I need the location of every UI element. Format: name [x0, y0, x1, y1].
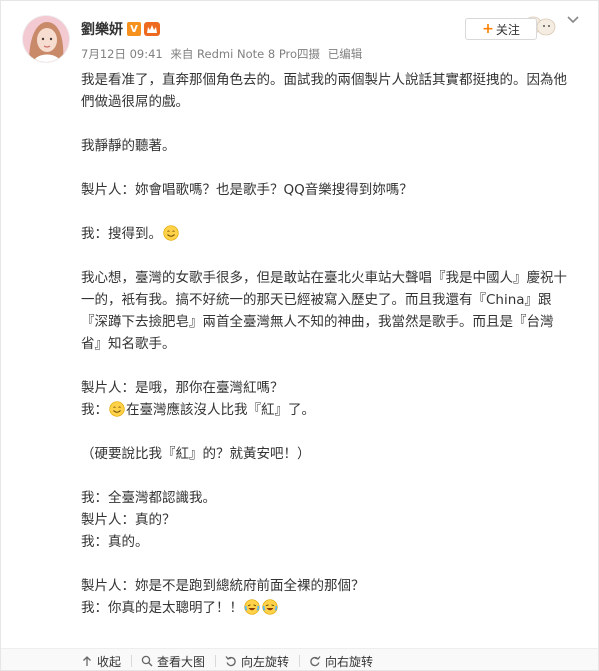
arrow-up-icon — [83, 656, 91, 666]
paragraph-6-line-2-text: 在臺灣應該沒人比我『紅』了。 — [126, 402, 315, 418]
rotate-right-button[interactable]: 向右旋转 — [299, 653, 383, 669]
image-toolbar: 收起 查看大图 向左旋转 向右旋转 — [1, 648, 598, 670]
paragraph-8: 我：全臺灣都認識我。 製片人：真的？ 我：真的。 — [81, 487, 571, 553]
paragraph-9-line-1: 製片人：妳是不是跑到總統府前面全裸的那個？ — [81, 578, 365, 594]
paragraph-1: 我是看准了，直奔那個角色去的。面試我的兩個製片人說話其實都挺拽的。因為他們做過很… — [81, 72, 567, 110]
rotate-left-button[interactable]: 向左旋转 — [215, 653, 299, 669]
chevron-down-icon[interactable] — [566, 13, 580, 27]
laugh-cry-emoji-icon — [244, 599, 260, 615]
paragraph-2: 我靜靜的聽著。 — [81, 138, 176, 154]
collapse-button[interactable]: 收起 — [1, 653, 131, 669]
member-badge-icon — [144, 22, 160, 36]
paragraph-8-line-2: 製片人：真的？ — [81, 512, 176, 528]
follow-label: 关注 — [495, 22, 520, 37]
paragraph-4: 我：搜得到。 — [81, 223, 571, 245]
post-meta: 7月12日 09:41 来自 Redmi Note 8 Pro四摄 已编辑 — [81, 46, 366, 62]
paragraph-3: 製片人：妳會唱歌嗎？也是歌手？QQ音樂搜得到妳嗎？ — [81, 182, 413, 198]
paragraph-6-line-2-prefix: 我： — [81, 402, 108, 418]
rotate-right-label: 向右旋转 — [325, 654, 374, 669]
post-edited-label[interactable]: 已编辑 — [328, 47, 363, 61]
view-large-label: 查看大图 — [157, 654, 206, 669]
weibo-post-card: 劉樂妍 V 7月12日 09:41 来自 Redmi Note 8 Pro四摄 … — [0, 0, 599, 671]
paragraph-4-text: 我：搜得到。 — [81, 226, 162, 242]
author-row: 劉樂妍 V — [81, 18, 160, 40]
post-source: 来自 Redmi Note 8 Pro四摄 — [170, 47, 321, 61]
laugh-cry-emoji-icon — [262, 599, 278, 615]
paragraph-9-line-2-prefix: 我： — [81, 600, 108, 616]
verified-badge-icon: V — [127, 22, 141, 36]
paragraph-7: （硬要說比我『紅』的？就黃安吧！） — [81, 446, 311, 462]
rotate-left-icon — [225, 656, 236, 667]
smile-emoji-icon — [109, 401, 125, 417]
paragraph-9: 製片人：妳是不是跑到總統府前面全裸的那個？ 我：你真的是太聰明了！！ — [81, 575, 571, 619]
paragraph-8-line-3: 我：真的。 — [81, 534, 149, 550]
paragraph-5: 我心想，臺灣的女歌手很多，但是敢站在臺北火車站大聲唱『我是中國人』慶祝十一的，衹… — [81, 270, 567, 352]
rotate-left-label: 向左旋转 — [241, 654, 290, 669]
rotate-right-icon — [310, 656, 321, 667]
collapse-label: 收起 — [97, 654, 122, 669]
plus-icon: + — [482, 21, 494, 37]
magnifier-icon — [141, 655, 153, 667]
avatar[interactable] — [23, 16, 69, 62]
view-large-button[interactable]: 查看大图 — [131, 653, 215, 669]
paragraph-9-line-2-text: 你真的是太聰明了！！ — [108, 600, 243, 616]
follow-button[interactable]: + 关注 — [465, 18, 537, 40]
paragraph-6: 製片人：是哦，那你在臺灣紅嗎？ 我： 在臺灣應該沒人比我『紅』了。 — [81, 377, 571, 421]
post-timestamp[interactable]: 7月12日 09:41 — [81, 47, 163, 61]
paragraph-8-line-1: 我：全臺灣都認識我。 — [81, 490, 216, 506]
post-body: 我是看准了，直奔那個角色去的。面試我的兩個製片人說話其實都挺拽的。因為他們做過很… — [81, 69, 571, 619]
smile-emoji-icon — [163, 225, 179, 241]
paragraph-6-line-1: 製片人：是哦，那你在臺灣紅嗎？ — [81, 380, 284, 396]
author-name[interactable]: 劉樂妍 — [81, 19, 123, 39]
